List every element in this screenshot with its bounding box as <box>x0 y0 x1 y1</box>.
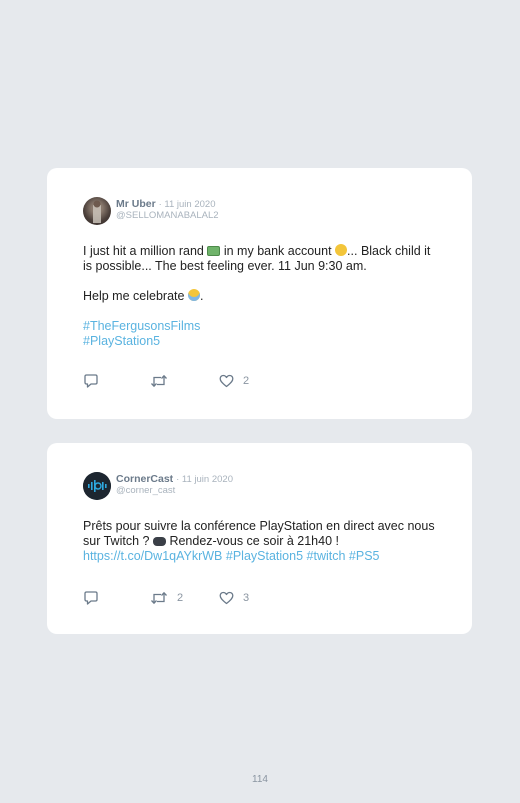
like-count: 3 <box>243 592 250 604</box>
hashtag-link[interactable]: #PS5 <box>349 549 380 563</box>
author-handle[interactable]: @corner_cast <box>116 485 175 496</box>
retweet-button[interactable]: 2 <box>150 590 183 606</box>
tweet-text-part: Rendez-vous ce soir à 21h40 ! <box>169 534 339 548</box>
hashtag-link[interactable]: #PlayStation5 <box>83 334 160 348</box>
tweet-text: Prêts pour suivre la conférence PlayStat… <box>83 519 442 564</box>
raising-hands-emoji <box>187 289 200 301</box>
like-count: 2 <box>243 375 250 387</box>
tweet-link[interactable]: https://t.co/Dw1qAYkrWB <box>83 549 222 563</box>
avatar[interactable] <box>83 472 111 500</box>
avatar[interactable] <box>83 197 111 225</box>
tweet-text-part: Help me celebrate <box>83 289 185 303</box>
tweet-text-part: in my bank account <box>223 244 332 258</box>
author-line: Mr Uber · 11 juin 2020 <box>116 198 215 210</box>
tweet-date: · 11 juin 2020 <box>176 474 233 485</box>
gamepad-emoji <box>152 537 166 546</box>
author-line: CornerCast · 11 juin 2020 <box>116 473 233 485</box>
like-button[interactable]: 2 <box>219 373 249 389</box>
hashtag-link[interactable]: #PlayStation5 <box>226 549 303 563</box>
author-name[interactable]: Mr Uber <box>116 198 156 210</box>
grinning-face-emoji <box>335 244 348 256</box>
retweet-count: 2 <box>177 592 184 604</box>
tweet-date: · 11 juin 2020 <box>158 199 216 210</box>
reply-icon <box>84 590 98 605</box>
cash-emoji <box>207 246 221 256</box>
retweet-icon <box>151 591 167 605</box>
hashtag-link[interactable]: #TheFergusonsFilms <box>83 319 200 333</box>
heart-icon <box>219 591 234 605</box>
tweet-actions: 2 <box>83 373 383 389</box>
hashtag-link[interactable]: #twitch <box>307 549 346 563</box>
page-number: 114 <box>252 774 268 785</box>
tweet-text-part: . <box>199 289 204 303</box>
reply-button[interactable] <box>83 590 99 606</box>
tweet-card: Mr Uber · 11 juin 2020 @SELLOMANABALAL2 … <box>47 168 472 419</box>
tweet-text-part: I just hit a million rand <box>83 244 204 258</box>
retweet-icon <box>151 374 167 388</box>
author-handle[interactable]: @SELLOMANABALAL2 <box>116 210 219 221</box>
tweet-card: CornerCast · 11 juin 2020 @corner_cast P… <box>47 443 472 634</box>
tweet-text: I just hit a million rand in my bank acc… <box>83 244 442 349</box>
heart-icon <box>219 374 234 388</box>
like-button[interactable]: 3 <box>219 590 249 606</box>
reply-button[interactable] <box>83 373 99 389</box>
author-name[interactable]: CornerCast <box>116 473 173 485</box>
retweet-button[interactable] <box>150 373 177 389</box>
tweet-actions: 2 3 <box>83 590 383 606</box>
reply-icon <box>84 373 98 388</box>
